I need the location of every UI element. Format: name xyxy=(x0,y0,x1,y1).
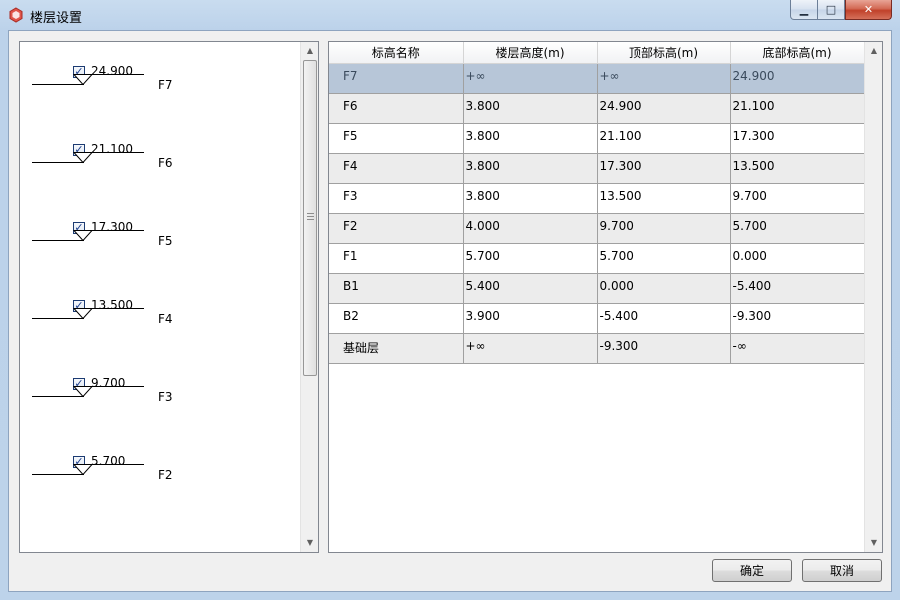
elevation-marker-icon xyxy=(32,230,144,242)
cell-top-elevation[interactable]: -9.300 xyxy=(597,333,731,364)
close-icon: ✕ xyxy=(863,3,874,16)
cell-top-elevation[interactable]: +∞ xyxy=(597,63,731,94)
floor-elevation-panel: ✓ 24.900 F7 ✓ 21.100 F6 ✓ 17.300 F5 ✓ 13.500 F4 ✓ 9.7… xyxy=(19,41,319,553)
table-row[interactable]: F3 3.800 13.500 9.700 xyxy=(329,183,865,214)
cell-top-elevation[interactable]: 9.700 xyxy=(597,213,731,244)
window-title: 楼层设置 xyxy=(30,11,83,26)
floor-marker-item: ✓ 17.300 F5 xyxy=(20,220,300,262)
cell-floor-name[interactable]: 基础层 xyxy=(329,333,464,364)
cell-floor-name[interactable]: F4 xyxy=(329,153,464,184)
cell-floor-name[interactable]: F2 xyxy=(329,213,464,244)
floor-table-panel: 标高名称 楼层高度(m) 顶部标高(m) 底部标高(m) F7 +∞ +∞ 24.90… xyxy=(328,41,883,553)
table-row[interactable]: 基础层 +∞ -9.300 -∞ xyxy=(329,333,865,364)
scroll-down-arrow-icon[interactable]: ▼ xyxy=(301,534,318,551)
table-row[interactable]: B2 3.900 -5.400 -9.300 xyxy=(329,303,865,334)
cell-bottom-elevation[interactable]: 0.000 xyxy=(730,243,865,274)
cell-bottom-elevation[interactable]: -∞ xyxy=(730,333,865,364)
floor-marker-item: ✓ 5.700 F2 xyxy=(20,454,300,496)
table-header-row: 标高名称 楼层高度(m) 顶部标高(m) 底部标高(m) xyxy=(329,42,865,64)
table-row[interactable]: F2 4.000 9.700 5.700 xyxy=(329,213,865,244)
floor-name-label: F5 xyxy=(158,234,173,248)
cell-floor-height[interactable]: 4.000 xyxy=(463,213,598,244)
floor-marker-item: ✓ 13.500 F4 xyxy=(20,298,300,340)
cell-floor-height[interactable]: 3.800 xyxy=(463,123,598,154)
cell-floor-height[interactable]: 3.800 xyxy=(463,153,598,184)
elevation-marker-icon xyxy=(32,386,144,398)
maximize-icon: □ xyxy=(825,3,837,16)
cell-bottom-elevation[interactable]: 24.900 xyxy=(730,63,865,94)
cell-bottom-elevation[interactable]: -9.300 xyxy=(730,303,865,334)
ok-button[interactable]: 确定 xyxy=(712,559,792,582)
floor-marker-item: ✓ 21.100 F6 xyxy=(20,142,300,184)
floor-name-label: F6 xyxy=(158,156,173,170)
floor-name-label: F2 xyxy=(158,468,173,482)
floor-table: 标高名称 楼层高度(m) 顶部标高(m) 底部标高(m) F7 +∞ +∞ 24.90… xyxy=(329,42,865,364)
close-button[interactable]: ✕ xyxy=(845,0,892,20)
elevation-marker-icon xyxy=(32,308,144,320)
cell-floor-name[interactable]: B1 xyxy=(329,273,464,304)
cell-floor-height[interactable]: 5.700 xyxy=(463,243,598,274)
cell-floor-height[interactable]: +∞ xyxy=(463,63,598,94)
cell-top-elevation[interactable]: 0.000 xyxy=(597,273,731,304)
cell-top-elevation[interactable]: 5.700 xyxy=(597,243,731,274)
table-row[interactable]: F5 3.800 21.100 17.300 xyxy=(329,123,865,154)
floor-name-label: F4 xyxy=(158,312,173,326)
cancel-button[interactable]: 取消 xyxy=(802,559,882,582)
elevation-marker-icon xyxy=(32,464,144,476)
cell-bottom-elevation[interactable]: 21.100 xyxy=(730,93,865,124)
cell-top-elevation[interactable]: 21.100 xyxy=(597,123,731,154)
floor-marker-item: ✓ 24.900 F7 xyxy=(20,64,300,106)
minimize-icon: ▁ xyxy=(799,3,809,16)
table-scroll-up-arrow-icon[interactable]: ▲ xyxy=(865,42,882,59)
table-row[interactable]: F1 5.700 5.700 0.000 xyxy=(329,243,865,274)
cell-floor-height[interactable]: 3.800 xyxy=(463,183,598,214)
cell-bottom-elevation[interactable]: -5.400 xyxy=(730,273,865,304)
cell-floor-name[interactable]: F3 xyxy=(329,183,464,214)
cell-top-elevation[interactable]: 13.500 xyxy=(597,183,731,214)
cell-top-elevation[interactable]: -5.400 xyxy=(597,303,731,334)
elevation-marker-icon xyxy=(32,152,144,164)
table-row[interactable]: B1 5.400 0.000 -5.400 xyxy=(329,273,865,304)
cell-floor-name[interactable]: B2 xyxy=(329,303,464,334)
table-row[interactable]: F7 +∞ +∞ 24.900 xyxy=(329,63,865,94)
cell-bottom-elevation[interactable]: 13.500 xyxy=(730,153,865,184)
cell-floor-height[interactable]: 3.900 xyxy=(463,303,598,334)
floor-name-label: F3 xyxy=(158,390,173,404)
table-row[interactable]: F6 3.800 24.900 21.100 xyxy=(329,93,865,124)
minimize-button[interactable]: ▁ xyxy=(790,0,818,20)
column-header-name[interactable]: 标高名称 xyxy=(329,42,464,64)
cell-bottom-elevation[interactable]: 17.300 xyxy=(730,123,865,154)
dialog-client-area: ✓ 24.900 F7 ✓ 21.100 F6 ✓ 17.300 F5 ✓ 13.500 F4 ✓ 9.7… xyxy=(8,30,892,592)
cell-floor-name[interactable]: F5 xyxy=(329,123,464,154)
right-vertical-scrollbar[interactable]: ▲ ▼ xyxy=(864,42,882,552)
table-row[interactable]: F4 3.800 17.300 13.500 xyxy=(329,153,865,184)
column-header-bottom-elevation[interactable]: 底部标高(m) xyxy=(730,42,865,64)
left-vertical-scrollbar[interactable]: ▲ ▼ xyxy=(300,42,318,552)
title-bar: 楼层设置 ▁ □ ✕ xyxy=(0,0,900,30)
elevation-marker-icon xyxy=(32,74,144,86)
floor-name-label: F7 xyxy=(158,78,173,92)
cell-bottom-elevation[interactable]: 5.700 xyxy=(730,213,865,244)
floor-marker-item: ✓ 9.700 F3 xyxy=(20,376,300,418)
cell-top-elevation[interactable]: 24.900 xyxy=(597,93,731,124)
cell-floor-name[interactable]: F7 xyxy=(329,63,464,94)
cell-floor-height[interactable]: 3.800 xyxy=(463,93,598,124)
cell-floor-name[interactable]: F6 xyxy=(329,93,464,124)
cell-bottom-elevation[interactable]: 9.700 xyxy=(730,183,865,214)
table-scroll-down-arrow-icon[interactable]: ▼ xyxy=(865,534,882,551)
column-header-floor-height[interactable]: 楼层高度(m) xyxy=(463,42,598,64)
cell-floor-name[interactable]: F1 xyxy=(329,243,464,274)
cell-floor-height[interactable]: +∞ xyxy=(463,333,598,364)
app-cube-icon xyxy=(9,7,23,23)
scroll-thumb[interactable] xyxy=(303,60,317,376)
maximize-button[interactable]: □ xyxy=(817,0,845,20)
column-header-top-elevation[interactable]: 顶部标高(m) xyxy=(597,42,731,64)
cell-floor-height[interactable]: 5.400 xyxy=(463,273,598,304)
cell-top-elevation[interactable]: 17.300 xyxy=(597,153,731,184)
scroll-up-arrow-icon[interactable]: ▲ xyxy=(301,42,318,59)
